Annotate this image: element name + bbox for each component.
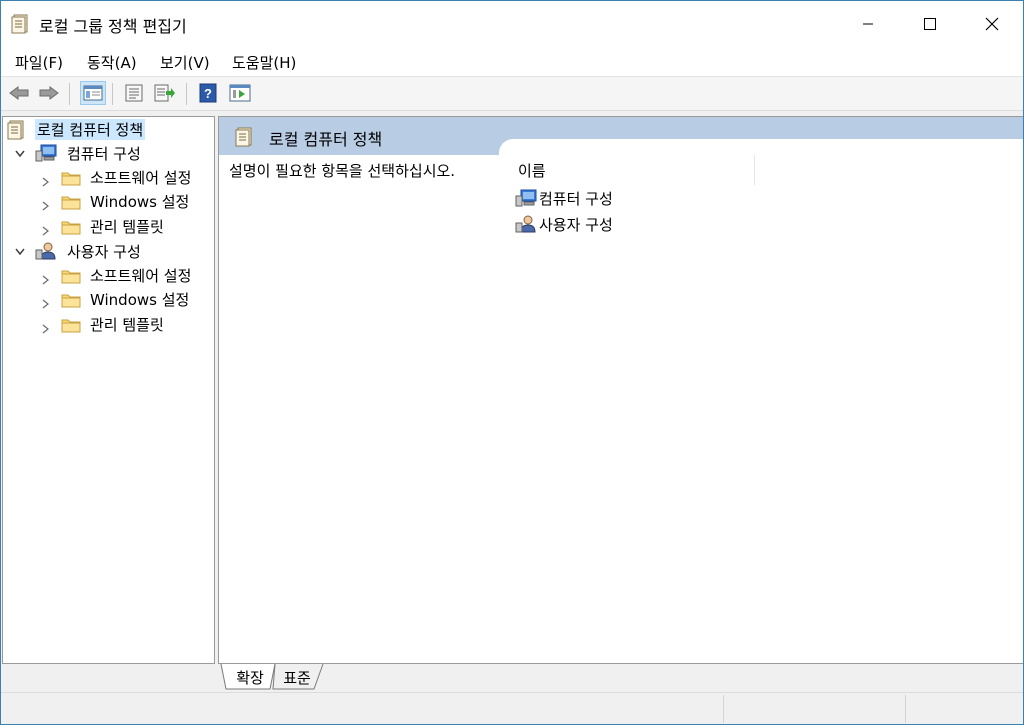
folder-icon bbox=[61, 292, 81, 308]
show-hide-console-tree-icon bbox=[83, 85, 103, 101]
chevron-right-icon bbox=[42, 299, 49, 309]
tree-computer-admin-templates[interactable]: 관리 템플릿 bbox=[61, 215, 166, 237]
expand-windows-settings[interactable] bbox=[41, 201, 51, 211]
details-title: 로컬 컴퓨터 정책 bbox=[269, 130, 383, 149]
folder-icon bbox=[61, 317, 81, 333]
status-bar bbox=[1, 692, 1023, 724]
chevron-right-icon bbox=[42, 226, 49, 236]
policy-document-icon bbox=[235, 127, 255, 147]
tree-item-label: Windows 설정 bbox=[90, 192, 190, 211]
folder-icon bbox=[61, 194, 81, 210]
list-item-computer-config[interactable]: 컴퓨터 구성 bbox=[515, 187, 613, 209]
app-window: 로컬 그룹 정책 편집기 파일(F) 동작(A) 보기(V) 도움말(H) ? … bbox=[0, 0, 1024, 725]
chevron-right-icon bbox=[42, 201, 49, 211]
tree-user-config[interactable]: 사용자 구성 bbox=[35, 240, 143, 262]
description-text: 설명이 필요한 항목을 선택하십시오. bbox=[229, 162, 456, 180]
column-divider[interactable] bbox=[754, 155, 755, 185]
console-tree: 로컬 컴퓨터 정책 컴퓨터 구성 소프트웨어 설정 Windows 설정 관리 … bbox=[2, 116, 215, 664]
back-button[interactable] bbox=[7, 82, 31, 104]
status-divider bbox=[905, 695, 906, 723]
expand-user-software-settings[interactable] bbox=[41, 275, 51, 285]
view-tabs: 확장 표준 bbox=[218, 663, 1023, 691]
tree-item-label: 소프트웨어 설정 bbox=[90, 266, 192, 285]
tab-standard[interactable]: 표준 bbox=[276, 665, 318, 689]
expand-software-settings[interactable] bbox=[41, 177, 51, 187]
export-list-icon bbox=[154, 84, 175, 102]
menu-file[interactable]: 파일(F) bbox=[15, 52, 63, 73]
policy-document-icon bbox=[7, 120, 27, 140]
tree-user-windows-settings[interactable]: Windows 설정 bbox=[61, 288, 191, 310]
tree-root-label: 로컬 컴퓨터 정책 bbox=[35, 118, 146, 140]
menu-action[interactable]: 동작(A) bbox=[87, 52, 137, 73]
title-bar: 로컬 그룹 정책 편집기 bbox=[1, 1, 1023, 46]
expand-user-admin-templates[interactable] bbox=[41, 324, 51, 334]
folder-icon bbox=[61, 219, 81, 235]
expand-computer-config[interactable] bbox=[15, 149, 25, 159]
status-divider bbox=[723, 695, 724, 723]
forward-arrow-icon bbox=[39, 86, 59, 100]
show-hide-action-pane-button[interactable] bbox=[228, 82, 252, 104]
folder-icon bbox=[61, 268, 81, 284]
policy-document-icon bbox=[11, 14, 29, 34]
tab-extended[interactable]: 확장 bbox=[228, 665, 272, 689]
chevron-right-icon bbox=[42, 177, 49, 187]
list-item-user-config[interactable]: 사용자 구성 bbox=[515, 213, 613, 235]
minimize-icon bbox=[863, 23, 873, 24]
tree-item-label: Windows 설정 bbox=[90, 290, 190, 309]
maximize-icon bbox=[924, 17, 936, 30]
expand-admin-templates[interactable] bbox=[41, 226, 51, 236]
tree-root[interactable]: 로컬 컴퓨터 정책 bbox=[7, 118, 146, 140]
tree-item-label: 소프트웨어 설정 bbox=[90, 168, 192, 187]
toolbar-separator bbox=[186, 83, 187, 105]
properties-icon bbox=[125, 84, 143, 102]
help-icon: ? bbox=[199, 83, 217, 103]
menu-bar: 파일(F) 동작(A) 보기(V) 도움말(H) bbox=[1, 46, 1023, 76]
close-button[interactable] bbox=[961, 1, 1023, 46]
tree-item-label: 관리 템플릿 bbox=[90, 315, 164, 334]
tree-user-software-settings[interactable]: 소프트웨어 설정 bbox=[61, 264, 193, 286]
expand-user-windows-settings[interactable] bbox=[41, 299, 51, 309]
user-icon bbox=[515, 215, 537, 233]
list-item-label: 컴퓨터 구성 bbox=[539, 189, 613, 208]
computer-icon bbox=[515, 189, 537, 207]
tree-item-label: 관리 템플릿 bbox=[90, 217, 164, 236]
tree-computer-windows-settings[interactable]: Windows 설정 bbox=[61, 190, 191, 212]
folder-icon bbox=[61, 170, 81, 186]
tree-user-admin-templates[interactable]: 관리 템플릿 bbox=[61, 313, 166, 335]
toolbar: ? bbox=[1, 76, 1023, 111]
forward-button[interactable] bbox=[37, 82, 61, 104]
list-item-label: 사용자 구성 bbox=[539, 215, 613, 234]
help-button[interactable]: ? bbox=[196, 82, 220, 104]
tree-computer-config[interactable]: 컴퓨터 구성 bbox=[35, 142, 143, 164]
column-header-name[interactable]: 이름 bbox=[518, 160, 546, 181]
details-pane: 로컬 컴퓨터 정책 설명이 필요한 항목을 선택하십시오. 이름 컴퓨터 구성 … bbox=[218, 116, 1023, 664]
computer-icon bbox=[35, 144, 57, 162]
tree-user-config-label: 사용자 구성 bbox=[67, 242, 141, 261]
export-list-button[interactable] bbox=[153, 82, 177, 104]
menu-help[interactable]: 도움말(H) bbox=[232, 52, 296, 73]
show-hide-console-tree-button[interactable] bbox=[80, 81, 106, 105]
user-icon bbox=[35, 242, 57, 260]
properties-button[interactable] bbox=[122, 82, 146, 104]
tree-computer-config-label: 컴퓨터 구성 bbox=[67, 144, 141, 163]
maximize-button[interactable] bbox=[899, 1, 961, 46]
chevron-right-icon bbox=[42, 275, 49, 285]
svg-text:?: ? bbox=[204, 86, 212, 101]
tree-computer-software-settings[interactable]: 소프트웨어 설정 bbox=[61, 166, 193, 188]
header-tab-shape bbox=[499, 139, 1023, 155]
close-icon bbox=[985, 17, 999, 30]
toolbar-separator bbox=[69, 83, 70, 105]
menu-view[interactable]: 보기(V) bbox=[160, 52, 210, 73]
chevron-down-icon bbox=[15, 248, 25, 256]
window-title: 로컬 그룹 정책 편집기 bbox=[39, 17, 187, 36]
chevron-right-icon bbox=[42, 324, 49, 334]
toolbar-separator bbox=[112, 83, 113, 105]
back-arrow-icon bbox=[9, 86, 29, 100]
chevron-down-icon bbox=[15, 150, 25, 158]
show-hide-action-pane-icon bbox=[229, 84, 251, 102]
expand-user-config[interactable] bbox=[15, 247, 25, 257]
minimize-button[interactable] bbox=[837, 1, 899, 46]
